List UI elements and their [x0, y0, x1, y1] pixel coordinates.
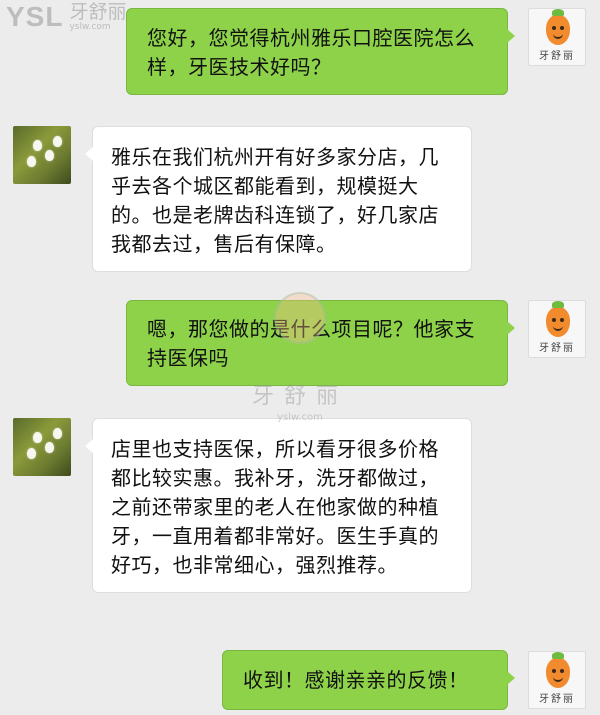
corner-watermark: YSL 牙舒丽 yslw.com [6, 1, 127, 33]
carrot-mascot-icon [546, 652, 570, 688]
avatar-brand-label: 牙舒丽 [539, 343, 575, 354]
sent-message-bubble[interactable]: 嗯，那您做的是什么项目呢？他家支持医保吗 [126, 300, 515, 386]
received-message-bubble[interactable]: 雅乐在我们杭州开有好多家分店，几乎去各个城区都能看到，规模挺大的。也是老牌齿科连… [85, 126, 472, 272]
avatar-brand-label: 牙舒丽 [539, 51, 575, 62]
sent-message-bubble[interactable]: 收到！感谢亲亲的反馈！ [222, 650, 515, 710]
received-message-bubble[interactable]: 店里也支持医保，所以看牙很多价格都比较实惠。我补牙，洗牙都做过，之前还带家里的老… [85, 418, 472, 593]
contact-avatar[interactable] [13, 126, 71, 184]
self-avatar[interactable]: 牙舒丽 [528, 651, 586, 709]
self-avatar[interactable]: 牙舒丽 [528, 300, 586, 358]
contact-avatar[interactable] [13, 418, 71, 476]
watermark-name: 牙舒丽 [69, 1, 127, 23]
watermark-logo-text: YSL [6, 1, 64, 32]
self-avatar[interactable]: 牙舒丽 [528, 8, 586, 66]
sent-message-bubble[interactable]: 您好，您觉得杭州雅乐口腔医院怎么样，牙医技术好吗？ [126, 8, 515, 95]
avatar-brand-label: 牙舒丽 [539, 694, 575, 705]
watermark-url: yslw.com [69, 22, 111, 32]
carrot-mascot-icon [546, 301, 570, 337]
carrot-mascot-icon [546, 9, 570, 45]
